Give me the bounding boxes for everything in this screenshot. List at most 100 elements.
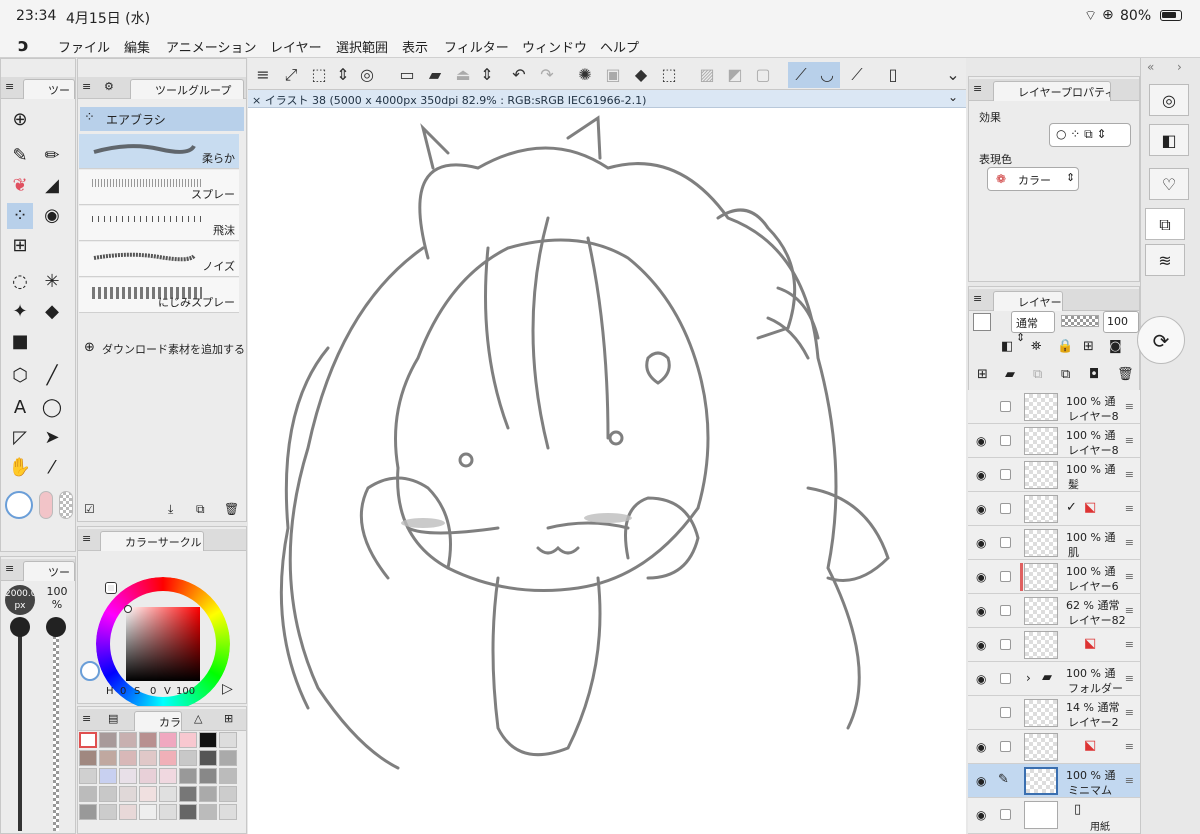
add-material-link[interactable]: ダウンロード素材を追加する: [102, 341, 245, 357]
stepper-icon[interactable]: ⇕: [330, 62, 356, 88]
tool-panel-tab[interactable]: ツー: [23, 79, 75, 99]
frame-icon[interactable]: ◸: [7, 425, 33, 451]
drag-handle-icon[interactable]: ≡: [5, 562, 14, 575]
swatch[interactable]: [219, 768, 237, 784]
drag-handle-icon[interactable]: ≡: [1125, 774, 1134, 787]
tool-group-selected[interactable]: ⁘ エアブラシ: [80, 107, 244, 131]
gradient-icon[interactable]: ■: [7, 329, 33, 355]
drag-handle-icon[interactable]: ≡: [82, 80, 91, 93]
lasso-icon[interactable]: ◌: [7, 269, 33, 295]
app-logo-icon[interactable]: ↄ: [18, 35, 29, 56]
eye-icon[interactable]: ◉: [976, 604, 986, 618]
pencil-icon[interactable]: ✏: [39, 143, 65, 169]
swatch[interactable]: [219, 786, 237, 802]
layer-row[interactable]: ◉ 100 % 通 レイヤー8 ≡: [968, 424, 1140, 458]
menu-selection[interactable]: 選択範囲: [336, 37, 388, 56]
intermediate-color-icon[interactable]: △: [194, 712, 202, 725]
chevron-left-icon[interactable]: «: [1147, 60, 1154, 74]
layer-row[interactable]: ◉ 100 % 通 髪 ≡: [968, 458, 1140, 492]
layer-check[interactable]: [1000, 435, 1011, 446]
menu-filter[interactable]: フィルター: [444, 37, 509, 56]
swatch[interactable]: [79, 768, 97, 784]
swatch[interactable]: [119, 804, 137, 820]
layer-check[interactable]: [1000, 503, 1011, 514]
layer-check[interactable]: [1000, 809, 1011, 820]
drag-handle-icon[interactable]: ≡: [1125, 468, 1134, 481]
menu-view[interactable]: 表示: [402, 37, 428, 56]
swatch[interactable]: [99, 804, 117, 820]
layer-check[interactable]: [1000, 741, 1011, 752]
favorite-icon[interactable]: ♡: [1149, 168, 1189, 200]
swatch[interactable]: [119, 786, 137, 802]
menu-window[interactable]: ウィンドウ: [522, 37, 587, 56]
opacity-slider-thumb[interactable]: [46, 617, 66, 637]
color-circle-tab[interactable]: カラーサークル: [100, 531, 204, 551]
eye-icon[interactable]: ◉: [976, 774, 986, 788]
menu-edit[interactable]: 編集: [124, 37, 150, 56]
swatch[interactable]: [79, 804, 97, 820]
swatch[interactable]: [199, 750, 217, 766]
v-value[interactable]: 100: [176, 686, 195, 697]
hand-icon[interactable]: ✋: [7, 455, 33, 481]
transparent-color-swatch[interactable]: [59, 491, 73, 519]
eye-icon[interactable]: ◉: [976, 672, 986, 686]
layer-check[interactable]: [1000, 469, 1011, 480]
clip-icon[interactable]: ◧: [1001, 339, 1013, 354]
drag-handle-icon[interactable]: ≡: [1125, 434, 1134, 447]
new-layer-icon[interactable]: ⊞: [977, 367, 988, 382]
canvas-area[interactable]: × イラスト 38 (5000 x 4000px 350dpi 82.9% : …: [248, 90, 966, 834]
swatch[interactable]: [159, 750, 177, 766]
swatch[interactable]: [159, 786, 177, 802]
drag-handle-icon[interactable]: ≡: [1125, 536, 1134, 549]
balloon-icon[interactable]: ◯: [39, 395, 65, 421]
size-slider-thumb[interactable]: [10, 617, 30, 637]
layer-check[interactable]: [1000, 707, 1011, 718]
invert-selection-icon[interactable]: ◩: [722, 62, 748, 88]
layer-row[interactable]: ◉ ⬕ ≡: [968, 730, 1140, 764]
tool-group-tab[interactable]: ツールグループ: [130, 79, 244, 99]
swatch[interactable]: [179, 750, 197, 766]
import-icon[interactable]: ⤓: [168, 502, 173, 517]
layer-property-tab[interactable]: レイヤープロパティ: [993, 81, 1111, 101]
swatch[interactable]: [179, 732, 197, 748]
swatch[interactable]: [199, 732, 217, 748]
lock-alpha-icon[interactable]: ⊞: [1083, 339, 1094, 354]
opacity-input[interactable]: 100: [1103, 311, 1139, 333]
fill-bucket-icon[interactable]: ◆: [39, 299, 65, 325]
merge-icon[interactable]: ⧉: [1061, 367, 1070, 382]
drag-handle-icon[interactable]: ≡: [1125, 502, 1134, 515]
history-icon[interactable]: ▤: [108, 712, 118, 725]
swatch[interactable]: [99, 750, 117, 766]
3d-cube-icon[interactable]: ⬡: [7, 363, 33, 389]
layer-tab[interactable]: レイヤー: [993, 291, 1063, 311]
swatch[interactable]: [159, 768, 177, 784]
drag-handle-icon[interactable]: ≡: [1125, 604, 1134, 617]
snap-icon[interactable]: ◎: [354, 62, 380, 88]
save-icon[interactable]: ⏏: [450, 62, 476, 88]
mask-icon[interactable]: ◙: [1109, 339, 1122, 354]
redo-icon[interactable]: ↷: [534, 62, 560, 88]
object-select-icon[interactable]: ➤: [39, 425, 65, 451]
sub-tool-settings-icon[interactable]: ☑: [84, 502, 95, 516]
blend-icon[interactable]: ◉: [39, 203, 65, 229]
swatch[interactable]: [139, 786, 157, 802]
color-mode-select[interactable]: ❁ カラー ⇕: [987, 167, 1079, 191]
color-set-tab[interactable]: カラ: [134, 711, 182, 731]
brush-icon[interactable]: ❦: [7, 173, 33, 199]
layer-mask-icon[interactable]: ◘: [1089, 367, 1099, 382]
reference-icon[interactable]: ⛯: [1031, 339, 1041, 354]
swatch[interactable]: [219, 732, 237, 748]
fit-icon[interactable]: ⤢: [278, 62, 304, 88]
duplicate-icon[interactable]: ⧉: [196, 502, 205, 517]
grid-icon[interactable]: ⊞: [7, 233, 33, 259]
drag-handle-icon[interactable]: ≡: [82, 712, 91, 725]
brush-size-value[interactable]: 2000.0 px: [5, 585, 35, 615]
eye-icon[interactable]: ◉: [976, 502, 986, 516]
swatch[interactable]: [99, 732, 117, 748]
eye-icon[interactable]: ◉: [976, 740, 986, 754]
new-folder-icon[interactable]: ▰: [1005, 367, 1015, 382]
material-icon[interactable]: ◧: [1149, 124, 1189, 156]
menu-animation[interactable]: アニメーション: [166, 37, 256, 56]
drag-handle-icon[interactable]: ≡: [5, 80, 14, 93]
line-icon[interactable]: ╱: [39, 363, 65, 389]
